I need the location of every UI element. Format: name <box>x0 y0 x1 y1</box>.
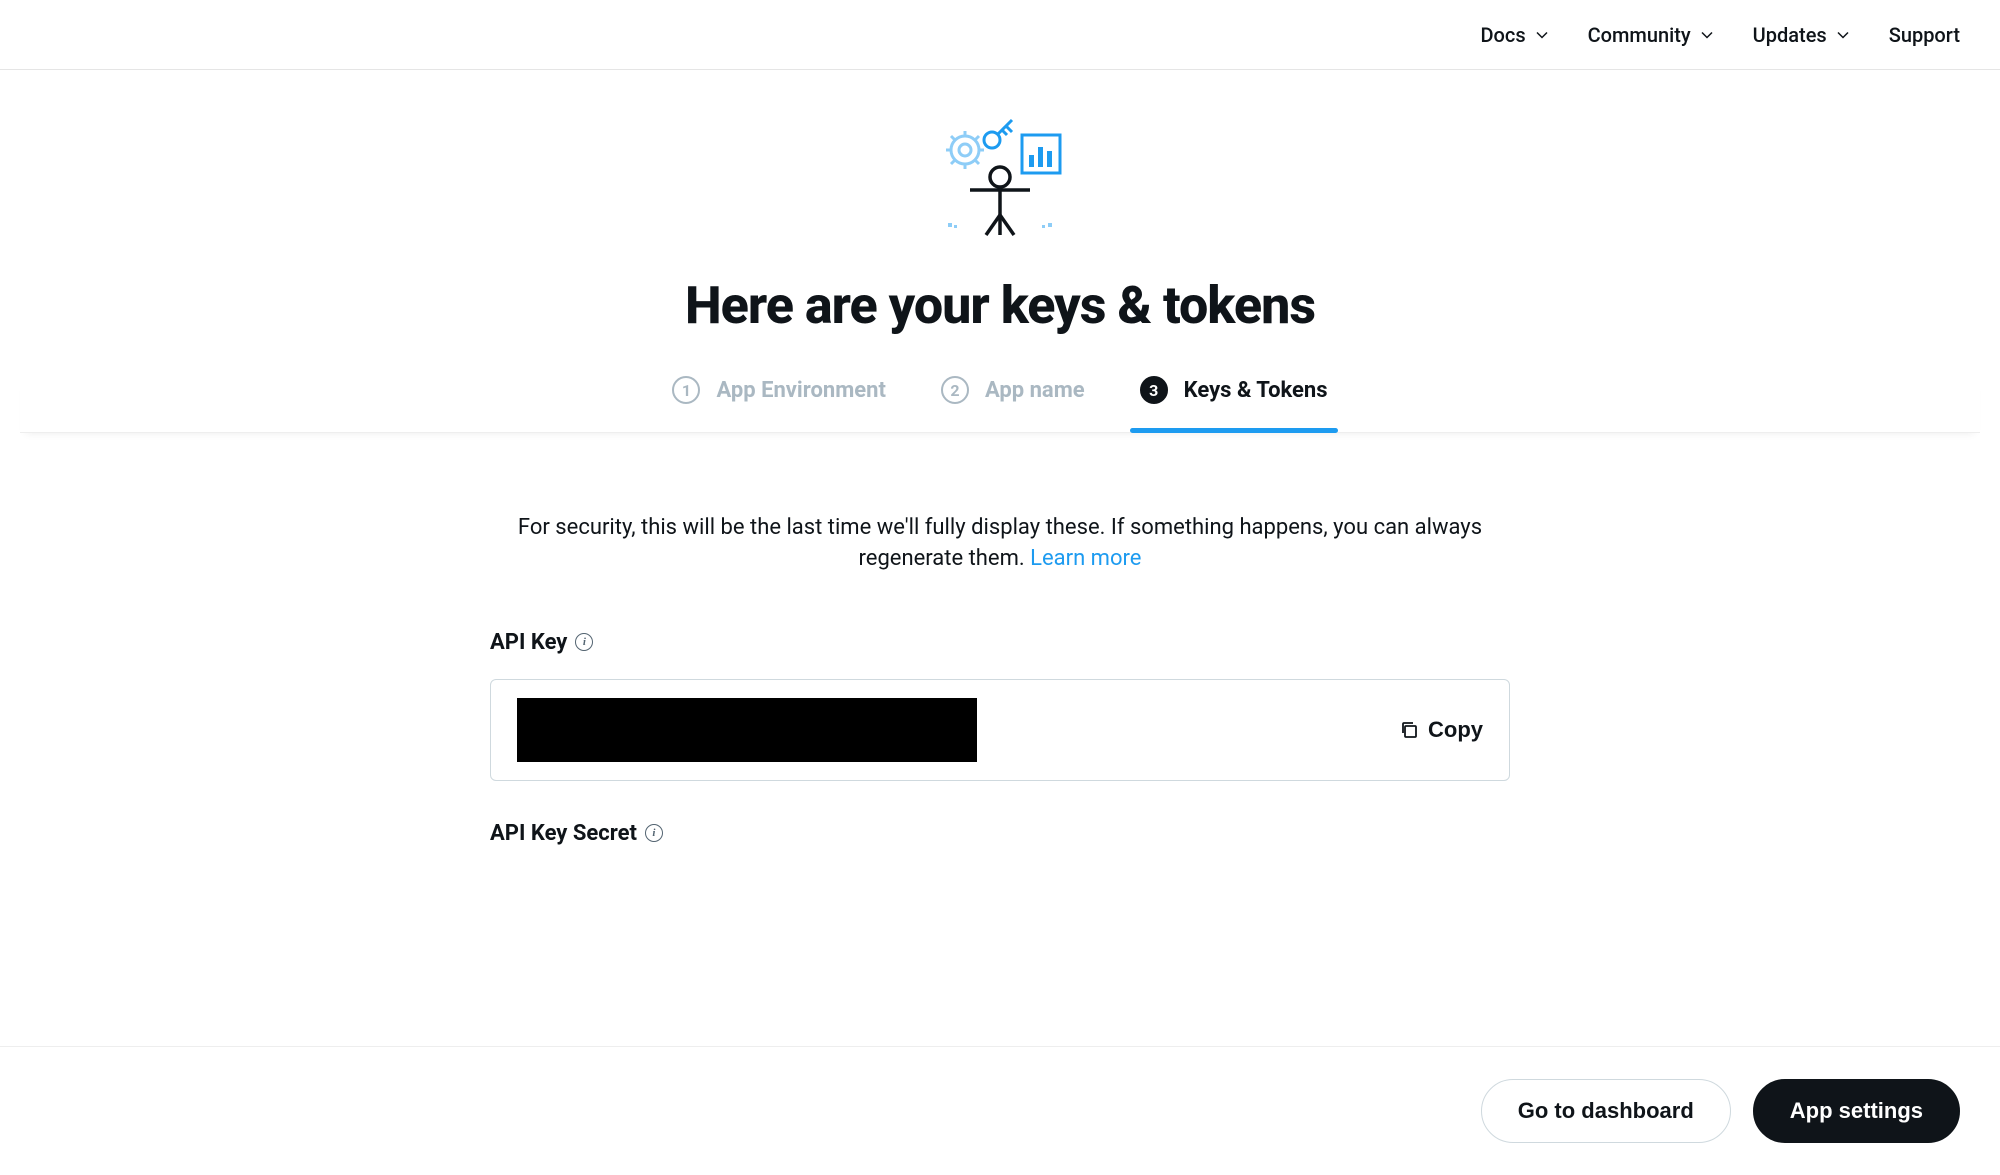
nav-updates[interactable]: Updates <box>1753 23 1849 47</box>
step-number: 3 <box>1140 376 1168 404</box>
stepper: 1 App Environment 2 App name 3 Keys & To… <box>20 376 1980 433</box>
info-icon[interactable]: i <box>645 824 663 842</box>
step-keys-tokens[interactable]: 3 Keys & Tokens <box>1140 376 1328 432</box>
content-section: For security, this will be the last time… <box>470 433 1530 1026</box>
app-settings-button[interactable]: App settings <box>1753 1079 1960 1143</box>
info-icon[interactable]: i <box>575 633 593 651</box>
api-key-box: Copy <box>490 679 1510 781</box>
copy-api-key-button[interactable]: Copy <box>1400 717 1483 743</box>
step-number: 1 <box>672 376 700 404</box>
top-nav: Docs Community Updates Support <box>0 0 2000 70</box>
chevron-down-icon <box>1837 29 1849 41</box>
keys-tokens-illustration-icon <box>930 105 1070 245</box>
step-app-name[interactable]: 2 App name <box>941 376 1085 432</box>
step-label: App Environment <box>716 378 886 403</box>
nav-support[interactable]: Support <box>1889 23 1960 47</box>
bottom-action-bar: Go to dashboard App settings <box>0 1046 2000 1175</box>
step-label: App name <box>985 378 1085 403</box>
nav-docs[interactable]: Docs <box>1480 23 1547 47</box>
nav-updates-label: Updates <box>1753 23 1827 47</box>
api-key-section: API Key i Copy <box>490 630 1510 781</box>
learn-more-link[interactable]: Learn more <box>1030 546 1141 571</box>
api-key-secret-label-row: API Key Secret i <box>490 821 1510 846</box>
page-title: Here are your keys & tokens <box>20 275 1980 336</box>
security-notice: For security, this will be the last time… <box>490 513 1510 575</box>
copy-label: Copy <box>1428 717 1483 743</box>
api-key-secret-label: API Key Secret <box>490 821 637 846</box>
security-text: For security, this will be the last time… <box>518 515 1482 571</box>
step-app-environment[interactable]: 1 App Environment <box>672 376 886 432</box>
step-label: Keys & Tokens <box>1184 378 1328 403</box>
go-to-dashboard-button[interactable]: Go to dashboard <box>1481 1079 1731 1143</box>
chevron-down-icon <box>1701 29 1713 41</box>
hero-illustration <box>20 105 1980 245</box>
nav-community-label: Community <box>1588 23 1691 47</box>
hero-section: Here are your keys & tokens 1 App Enviro… <box>0 70 2000 433</box>
nav-community[interactable]: Community <box>1588 23 1713 47</box>
chevron-down-icon <box>1536 29 1548 41</box>
nav-docs-label: Docs <box>1480 23 1525 47</box>
api-key-label-row: API Key i <box>490 630 1510 655</box>
api-key-label: API Key <box>490 630 567 655</box>
copy-icon <box>1400 721 1418 739</box>
step-number: 2 <box>941 376 969 404</box>
nav-support-label: Support <box>1889 23 1960 47</box>
api-key-redacted-value <box>517 698 977 762</box>
api-key-secret-section: API Key Secret i <box>490 821 1510 846</box>
